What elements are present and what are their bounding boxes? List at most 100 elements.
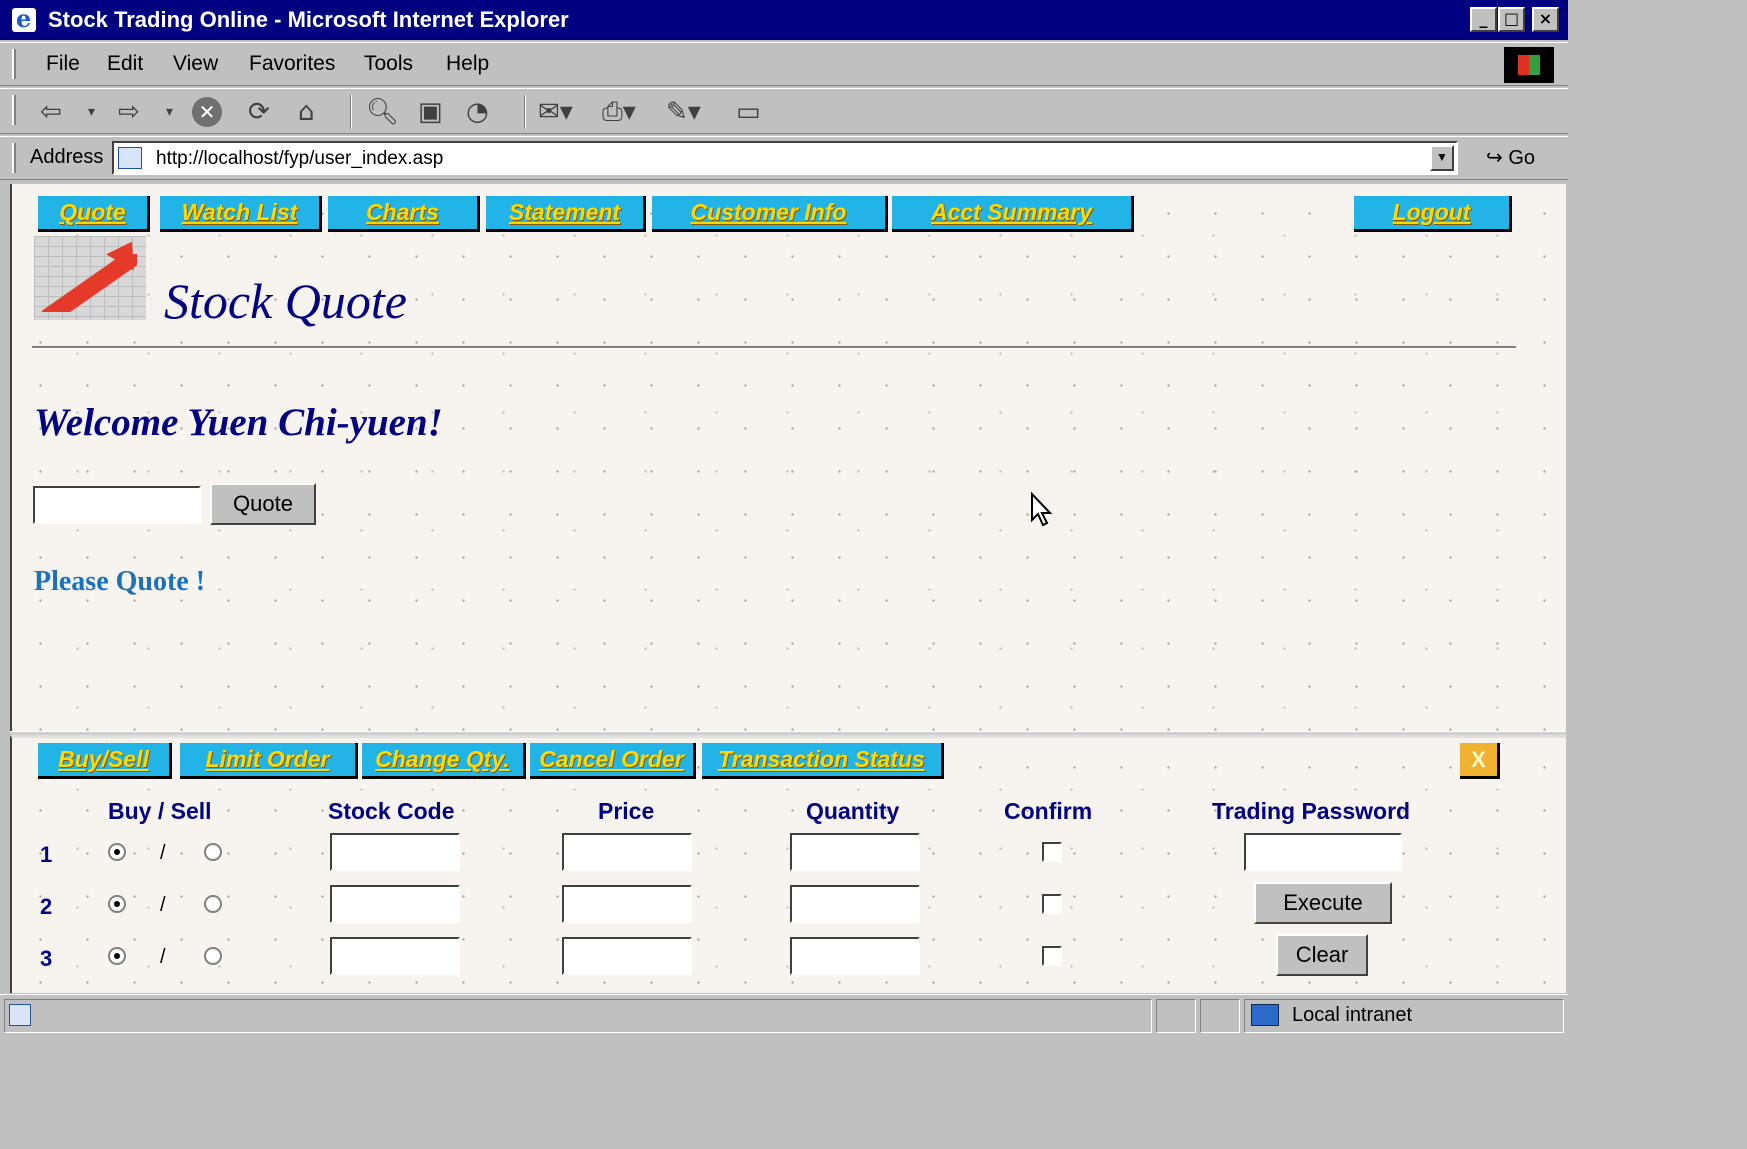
fullscreen-icon[interactable]: ▭ — [736, 97, 761, 127]
nav-buy-sell[interactable]: Buy/Sell — [38, 743, 172, 779]
row-number: 1 — [40, 842, 53, 867]
nav-charts[interactable]: Charts — [328, 196, 480, 232]
menu-favorites[interactable]: Favorites — [249, 52, 335, 76]
quantity-input[interactable] — [790, 885, 920, 923]
page-title: Stock Quote — [164, 273, 407, 329]
go-button[interactable]: ↪ Go — [1486, 145, 1535, 170]
stock-quote-logo — [34, 233, 146, 320]
menu-file[interactable]: File — [46, 52, 80, 76]
nav-customer-info[interactable]: Customer Info — [652, 196, 888, 232]
local-intranet-icon — [1251, 1004, 1279, 1026]
close-button[interactable]: × — [1532, 7, 1559, 32]
price-input[interactable] — [562, 885, 692, 923]
buy-radio[interactable] — [108, 895, 126, 913]
nav-quote[interactable]: Quote — [38, 196, 150, 232]
menu-tools[interactable]: Tools — [364, 52, 413, 76]
browser-window: Stock Trading Online - Microsoft Interne… — [0, 0, 1568, 1036]
mail-icon[interactable]: ✉▾ — [538, 97, 573, 127]
trading-frame: Buy/Sell Limit Order Change Qty. Cancel … — [10, 735, 1566, 993]
back-icon[interactable]: ⇦ — [40, 97, 62, 127]
menu-bar: File Edit View Favorites Tools Help — [0, 42, 1568, 86]
edit-icon[interactable]: ✎▾ — [666, 97, 701, 127]
windows-logo-icon — [1504, 47, 1554, 83]
go-label: Go — [1508, 147, 1536, 169]
stop-icon[interactable]: ✕ — [192, 97, 222, 127]
home-icon[interactable]: ⌂ — [298, 97, 315, 127]
execute-button[interactable]: Execute — [1254, 882, 1392, 924]
sell-radio[interactable] — [204, 947, 222, 965]
quote-prompt-message: Please Quote ! — [34, 566, 206, 597]
nav-watch-list[interactable]: Watch List — [160, 196, 322, 232]
page-status-icon — [9, 1004, 31, 1026]
nav-statement[interactable]: Statement — [486, 196, 646, 232]
menu-view[interactable]: View — [173, 52, 218, 76]
confirm-checkbox[interactable] — [1042, 842, 1062, 862]
nav-change-qty[interactable]: Change Qty. — [362, 743, 526, 779]
status-text-pane — [4, 999, 1152, 1033]
sell-radio[interactable] — [204, 843, 222, 861]
forward-dropdown-icon[interactable]: ▾ — [166, 97, 173, 127]
title-divider — [32, 346, 1516, 349]
quote-button[interactable]: Quote — [210, 483, 316, 525]
price-input[interactable] — [562, 937, 692, 975]
header-confirm: Confirm — [1004, 798, 1093, 824]
toolbar-separator — [524, 95, 526, 129]
history-icon[interactable]: ◔ — [466, 97, 489, 127]
refresh-icon[interactable]: ⟳ — [248, 97, 270, 127]
welcome-message: Welcome Yuen Chi-yuen! — [34, 401, 443, 444]
addressbar-grip[interactable] — [12, 143, 16, 173]
close-trading-panel-button[interactable]: X — [1460, 743, 1500, 779]
menu-edit[interactable]: Edit — [107, 52, 143, 76]
search-icon[interactable]: 🔍︎ — [366, 97, 399, 127]
back-dropdown-icon[interactable]: ▾ — [88, 97, 95, 127]
quantity-input[interactable] — [790, 937, 920, 975]
nav-limit-order[interactable]: Limit Order — [180, 743, 358, 779]
nav-logout[interactable]: Logout — [1354, 196, 1512, 232]
clear-button[interactable]: Clear — [1276, 934, 1368, 976]
radio-separator: / — [160, 894, 166, 916]
radio-separator: / — [160, 842, 166, 864]
minimize-button[interactable]: _ — [1470, 7, 1497, 32]
menubar-grip[interactable] — [12, 49, 16, 79]
standard-toolbar: ⇦ ▾ ⇨ ▾ ✕ ⟳ ⌂ 🔍︎ ▣ ◔ ✉▾ ⎙▾ ✎▾ ▭ — [0, 88, 1568, 134]
nav-cancel-order[interactable]: Cancel Order — [530, 743, 696, 779]
menu-help[interactable]: Help — [446, 52, 489, 76]
forward-icon[interactable]: ⇨ — [118, 97, 140, 127]
sell-radio[interactable] — [204, 895, 222, 913]
mouse-cursor-icon — [1031, 492, 1053, 527]
address-dropdown-button[interactable]: ▼ — [1430, 145, 1454, 171]
address-label: Address — [30, 146, 104, 168]
nav-transaction-status[interactable]: Transaction Status — [702, 743, 944, 779]
status-bar: Local intranet — [0, 994, 1568, 1036]
maximize-button[interactable]: □ — [1498, 7, 1525, 32]
address-input[interactable]: http://localhost/fyp/user_index.asp ▼ — [112, 141, 1458, 175]
confirm-checkbox[interactable] — [1042, 946, 1062, 966]
header-trading-password: Trading Password — [1212, 798, 1411, 824]
nav-acct-summary[interactable]: Acct Summary — [892, 196, 1134, 232]
price-input[interactable] — [562, 833, 692, 871]
buy-radio[interactable] — [108, 947, 126, 965]
row-number: 2 — [40, 894, 53, 919]
address-url[interactable]: http://localhost/fyp/user_index.asp — [156, 148, 443, 170]
quantity-input[interactable] — [790, 833, 920, 871]
stock-code-input[interactable] — [330, 937, 460, 975]
toolbar-grip[interactable] — [12, 95, 16, 125]
header-price: Price — [598, 798, 655, 824]
security-zone-label: Local intranet — [1292, 1004, 1413, 1026]
title-bar[interactable]: Stock Trading Online - Microsoft Interne… — [0, 0, 1568, 40]
toolbar-separator — [350, 95, 352, 129]
trading-password-input[interactable] — [1244, 833, 1402, 871]
ie-icon — [12, 4, 36, 33]
favorites-icon[interactable]: ▣ — [418, 97, 443, 127]
radio-separator: / — [160, 946, 166, 968]
page-icon — [118, 147, 142, 169]
stock-code-input[interactable] — [330, 885, 460, 923]
quote-input[interactable] — [33, 486, 201, 524]
go-arrow-icon: ↪ — [1486, 147, 1503, 169]
buy-radio[interactable] — [108, 843, 126, 861]
header-buy-sell: Buy / Sell — [108, 798, 212, 824]
print-icon[interactable]: ⎙▾ — [602, 97, 636, 127]
stock-code-input[interactable] — [330, 833, 460, 871]
header-quantity: Quantity — [806, 798, 900, 824]
confirm-checkbox[interactable] — [1042, 894, 1062, 914]
